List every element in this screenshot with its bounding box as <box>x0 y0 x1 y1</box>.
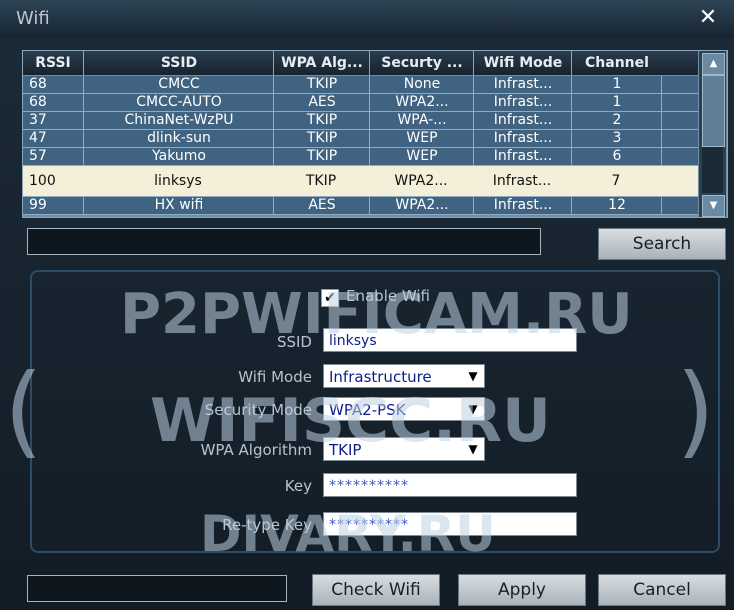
cell-wifi-mode: Infrast... <box>473 148 572 165</box>
cell-channel: 12 <box>571 197 662 214</box>
cell-spacer <box>661 130 699 147</box>
cell-ssid: ChinaNet-WzPU <box>83 112 274 129</box>
search-button[interactable]: Search <box>598 228 726 260</box>
watermark-bottom: DIVARY.RU <box>200 505 496 563</box>
wifi-mode-label: Wifi Mode <box>238 368 312 386</box>
cell-wifi-mode: Infrast... <box>473 197 572 214</box>
table-row[interactable]: 47 dlink-sun TKIP WEP Infrast... 3 <box>23 130 698 148</box>
cell-security: None <box>369 76 474 93</box>
apply-button[interactable]: Apply <box>458 574 586 606</box>
cell-ssid: CMCC-AUTO <box>83 94 274 111</box>
wifi-dialog: Wifi ✕ RSSI SSID WPA Alg... Securty ... … <box>0 0 734 610</box>
table-header: RSSI SSID WPA Alg... Securty ... Wifi Mo… <box>23 51 698 75</box>
scroll-up-icon[interactable]: ▲ <box>702 53 725 75</box>
search-input[interactable] <box>27 228 541 255</box>
cell-wifi-mode: Infrast... <box>492 173 552 189</box>
table-row[interactable]: 68 CMCC-AUTO AES WPA2... Infrast... 1 <box>23 94 698 112</box>
title-bar: Wifi ✕ <box>0 0 734 38</box>
cell-wpa-algorithm: AES <box>273 94 370 111</box>
cell-spacer <box>661 112 699 129</box>
cell-security: WEP <box>369 148 474 165</box>
cell-channel: 1 <box>571 94 662 111</box>
wifi-mode-select[interactable]: Infrastructure ▼ <box>323 364 485 388</box>
table-row[interactable]: 57 Yakumo TKIP WEP Infrast... 6 <box>23 148 698 166</box>
cell-rssi: 68 <box>29 94 47 110</box>
table-row[interactable]: 99 HX wifi AES WPA2... Infrast... 12 <box>23 197 698 215</box>
key-label: Key <box>284 477 312 495</box>
cell-rssi: 100 <box>29 173 56 189</box>
cell-channel: 3 <box>571 130 662 147</box>
watermark-top: P2PWIFICAM.RU <box>120 282 633 347</box>
watermark-middle: WIFISCC.RU <box>150 386 551 456</box>
cell-ssid: dlink-sun <box>83 130 274 147</box>
scroll-thumb[interactable] <box>702 75 725 147</box>
cell-security: WPA2... <box>369 197 474 214</box>
cell-ssid: CMCC <box>83 76 274 93</box>
cell-wpa-algorithm: TKIP <box>305 173 337 189</box>
table-row[interactable]: 68 CMCC TKIP None Infrast... 1 <box>23 76 698 94</box>
cell-rssi: 68 <box>29 76 47 92</box>
column-header-ssid[interactable]: SSID <box>83 51 274 75</box>
column-header-wifi-mode[interactable]: Wifi Mode <box>473 51 572 75</box>
cell-spacer <box>661 76 699 93</box>
column-header-channel[interactable]: Channel <box>571 51 662 75</box>
table-row-selected[interactable]: 100 linksys TKIP WPA2... Infrast... 7 <box>23 166 698 197</box>
cell-spacer <box>661 148 699 165</box>
cell-security: WPA-... <box>369 112 474 129</box>
cell-channel: 6 <box>571 148 662 165</box>
cell-ssid: Yakumo <box>83 148 274 165</box>
cell-rssi: 57 <box>29 148 47 164</box>
cell-wpa-algorithm: TKIP <box>273 76 370 93</box>
cell-wpa-algorithm: TKIP <box>273 130 370 147</box>
cell-ssid: HX wifi <box>83 197 274 214</box>
table-row[interactable]: 37 ChinaNet-WzPU TKIP WPA-... Infrast...… <box>23 112 698 130</box>
status-field <box>27 575 287 602</box>
cell-rssi: 37 <box>29 112 47 128</box>
cell-security: WPA2... <box>369 94 474 111</box>
cell-wifi-mode: Infrast... <box>473 130 572 147</box>
network-table: RSSI SSID WPA Alg... Securty ... Wifi Mo… <box>22 50 728 218</box>
cell-channel: 7 <box>611 173 621 189</box>
column-header-security[interactable]: Securty ... <box>369 51 474 75</box>
table-scrollbar[interactable]: ▲ ▼ <box>699 51 726 217</box>
cell-channel: 1 <box>571 76 662 93</box>
column-header-rssi[interactable]: RSSI <box>23 51 83 75</box>
cell-channel: 2 <box>571 112 662 129</box>
column-header-wpa-algorithm[interactable]: WPA Alg... <box>273 51 370 75</box>
check-wifi-button[interactable]: Check Wifi <box>312 574 440 606</box>
cell-wpa-algorithm: TKIP <box>273 112 370 129</box>
close-icon[interactable]: ✕ <box>694 4 722 32</box>
cell-spacer <box>661 94 699 111</box>
cell-security: WEP <box>369 130 474 147</box>
chevron-down-icon[interactable]: ▼ <box>464 367 482 385</box>
cell-wifi-mode: Infrast... <box>473 76 572 93</box>
cell-spacer <box>661 197 699 214</box>
watermark-left-paren: ( <box>4 352 44 469</box>
cell-rssi: 47 <box>29 130 47 146</box>
cancel-button[interactable]: Cancel <box>598 574 726 606</box>
cell-rssi: 99 <box>29 197 47 213</box>
cell-wpa-algorithm: AES <box>273 197 370 214</box>
window-title: Wifi <box>16 8 50 29</box>
cell-security: WPA2... <box>394 173 448 189</box>
key-field[interactable]: ********** <box>323 473 577 497</box>
scroll-down-icon[interactable]: ▼ <box>702 195 725 217</box>
watermark-right-paren: ) <box>676 352 716 469</box>
cell-ssid: linksys <box>154 173 202 189</box>
cell-wifi-mode: Infrast... <box>473 112 572 129</box>
cell-wpa-algorithm: TKIP <box>273 148 370 165</box>
cell-wifi-mode: Infrast... <box>473 94 572 111</box>
